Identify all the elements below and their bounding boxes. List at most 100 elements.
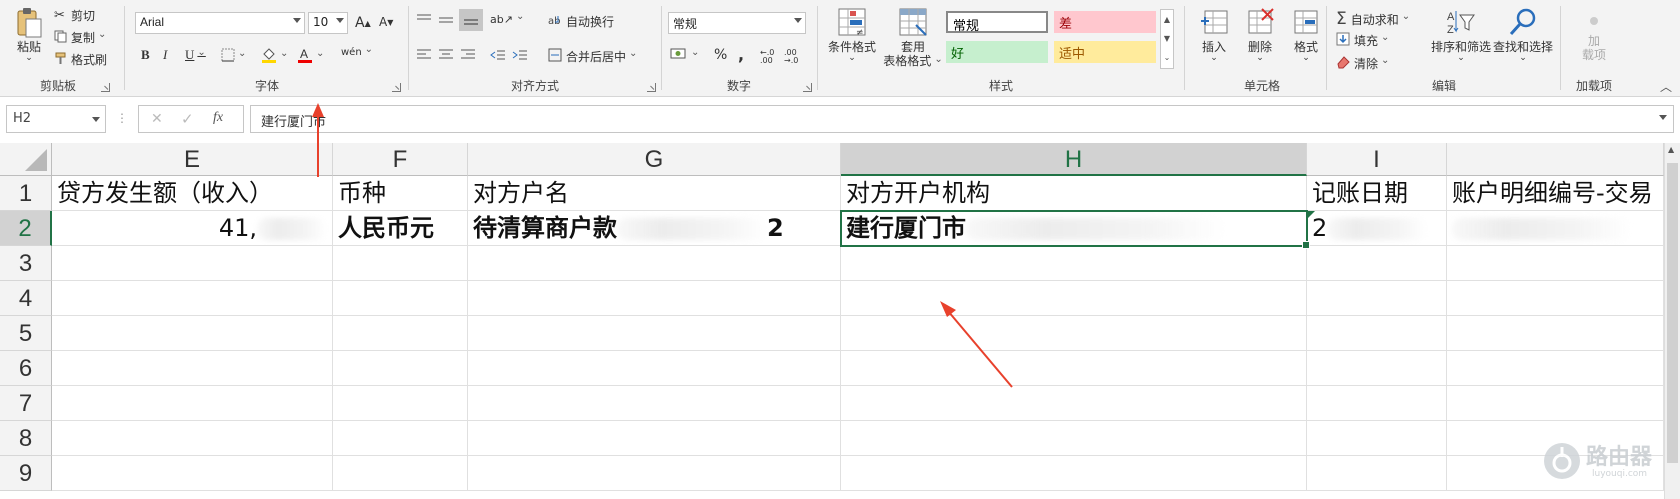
orientation-button[interactable]: ab↗: [490, 13, 524, 26]
row-header-3[interactable]: 3: [0, 246, 52, 281]
merge-center-button[interactable]: 合并后居中: [548, 48, 637, 65]
autosum-button[interactable]: Σ 自动求和: [1336, 9, 1410, 29]
paste-button[interactable]: 粘贴 ⌄: [10, 7, 48, 63]
increase-decimal-button[interactable]: ←.0.00: [760, 49, 774, 65]
addins-button[interactable]: 加 载项: [1577, 11, 1611, 62]
empty-cell[interactable]: [841, 351, 1307, 386]
cell-style-good[interactable]: 好: [946, 41, 1048, 63]
fill-color-button[interactable]: [261, 47, 288, 66]
expand-formula-bar-icon[interactable]: [1659, 115, 1667, 120]
decrease-decimal-button[interactable]: .00 →.0: [784, 49, 798, 65]
empty-cell[interactable]: [1307, 456, 1447, 491]
percent-button[interactable]: %: [714, 47, 727, 63]
empty-cell[interactable]: [1447, 316, 1664, 351]
increase-indent-button[interactable]: [512, 48, 528, 65]
row-header-9[interactable]: 9: [0, 456, 52, 491]
select-all-corner[interactable]: [0, 143, 52, 176]
column-header-f[interactable]: F: [333, 143, 468, 176]
empty-cell[interactable]: [1307, 246, 1447, 281]
fill-button[interactable]: 填充: [1336, 32, 1389, 49]
empty-cell[interactable]: [841, 421, 1307, 456]
number-launcher-icon[interactable]: [803, 83, 812, 92]
row-header-8[interactable]: 8: [0, 421, 52, 456]
underline-button[interactable]: U: [185, 47, 206, 63]
format-painter-button[interactable]: 格式刷: [54, 51, 107, 68]
row-header-1[interactable]: 1: [0, 176, 52, 211]
empty-cell[interactable]: [1447, 281, 1664, 316]
empty-cell[interactable]: [1307, 421, 1447, 456]
cell-style-normal[interactable]: 常规: [946, 11, 1048, 34]
empty-cell[interactable]: [52, 456, 333, 491]
scrollbar-thumb[interactable]: [1667, 163, 1678, 463]
empty-cell[interactable]: [468, 316, 841, 351]
cell-i1[interactable]: 记账日期: [1307, 176, 1447, 211]
row-header-4[interactable]: 4: [0, 281, 52, 316]
empty-cell[interactable]: [52, 316, 333, 351]
format-cells-button[interactable]: 格式 ⌄: [1284, 7, 1328, 63]
align-middle-button[interactable]: [438, 13, 454, 30]
cell-g2[interactable]: 待清算商户款 2: [468, 211, 841, 246]
empty-cell[interactable]: [1307, 281, 1447, 316]
empty-cell[interactable]: [333, 316, 468, 351]
empty-cell[interactable]: [468, 351, 841, 386]
row-header-2[interactable]: 2: [0, 211, 52, 246]
font-color-button[interactable]: A: [297, 47, 324, 66]
empty-cell[interactable]: [333, 386, 468, 421]
collapse-ribbon-icon[interactable]: ︿: [1660, 78, 1672, 95]
empty-cell[interactable]: [468, 281, 841, 316]
row-header-6[interactable]: 6: [0, 351, 52, 386]
empty-cell[interactable]: [52, 386, 333, 421]
empty-cell[interactable]: [1307, 316, 1447, 351]
column-header-h[interactable]: H: [841, 143, 1307, 176]
cell-h2[interactable]: 建行厦门市: [841, 211, 1307, 246]
empty-cell[interactable]: [468, 386, 841, 421]
cell-h1[interactable]: 对方开户机构: [841, 176, 1307, 211]
empty-cell[interactable]: [1447, 351, 1664, 386]
cell-style-neutral[interactable]: 适中: [1054, 41, 1156, 63]
insert-cells-button[interactable]: 插入 ⌄: [1192, 7, 1236, 63]
clipboard-launcher-icon[interactable]: [101, 83, 110, 92]
formula-input[interactable]: 建行厦门市: [250, 105, 1674, 133]
align-top-button[interactable]: [416, 13, 432, 30]
cell-g1[interactable]: 对方户名: [468, 176, 841, 211]
cell-f2[interactable]: 人民币元: [333, 211, 468, 246]
empty-cell[interactable]: [841, 246, 1307, 281]
scroll-up-icon[interactable]: ▲: [1668, 145, 1674, 154]
empty-cell[interactable]: [1447, 386, 1664, 421]
column-header-i[interactable]: I: [1307, 143, 1447, 176]
align-center-button[interactable]: [438, 48, 454, 65]
empty-cell[interactable]: [841, 386, 1307, 421]
alignment-launcher-icon[interactable]: [647, 83, 656, 92]
number-format-combo[interactable]: 常规: [668, 12, 806, 34]
empty-cell[interactable]: [52, 421, 333, 456]
empty-cell[interactable]: [841, 456, 1307, 491]
insert-function-icon[interactable]: fx: [213, 110, 223, 126]
grow-font-button[interactable]: A ▲: [355, 15, 371, 31]
borders-button[interactable]: [221, 48, 246, 65]
empty-cell[interactable]: [1307, 386, 1447, 421]
copy-button[interactable]: 复制: [54, 29, 106, 46]
empty-cell[interactable]: [468, 421, 841, 456]
format-as-table-button[interactable]: 套用 表格格式: [880, 7, 946, 70]
font-launcher-icon[interactable]: [392, 83, 401, 92]
font-name-combo[interactable]: Arial: [135, 12, 305, 34]
cell-j2[interactable]: [1447, 211, 1664, 246]
empty-cell[interactable]: [333, 351, 468, 386]
empty-cell[interactable]: [841, 316, 1307, 351]
empty-cell[interactable]: [52, 281, 333, 316]
conditional-formatting-button[interactable]: ≠ 条件格式 ⌄: [824, 7, 880, 63]
cut-button[interactable]: ✂ 剪切: [54, 7, 95, 24]
clear-button[interactable]: 清除: [1336, 55, 1389, 72]
column-header-e[interactable]: E: [52, 143, 333, 176]
wrap-text-button[interactable]: ab 自动换行: [548, 13, 614, 30]
name-box[interactable]: H2: [6, 105, 106, 133]
cell-style-bad[interactable]: 差: [1054, 11, 1156, 33]
empty-cell[interactable]: [52, 351, 333, 386]
italic-button[interactable]: I: [163, 47, 167, 63]
enter-check-icon[interactable]: ✓: [181, 110, 194, 128]
empty-cell[interactable]: [841, 281, 1307, 316]
cell-i2[interactable]: 2: [1307, 211, 1447, 246]
bold-button[interactable]: B: [141, 47, 150, 63]
decrease-indent-button[interactable]: [490, 48, 506, 65]
empty-cell[interactable]: [333, 246, 468, 281]
